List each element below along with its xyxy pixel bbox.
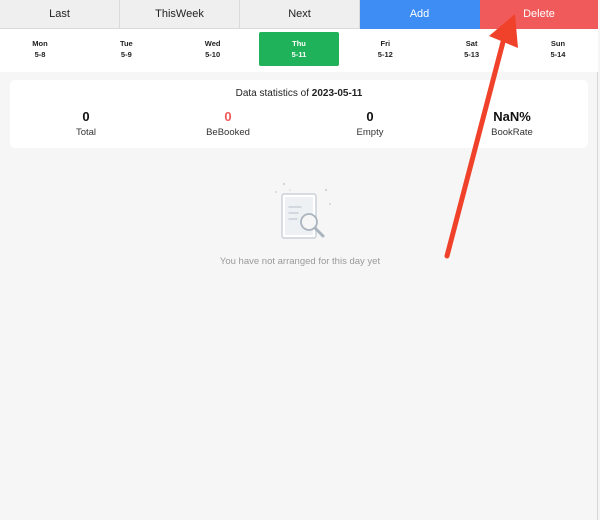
day-tab-mon[interactable]: Mon 5-8 [0,32,80,66]
add-button[interactable]: Add [360,0,480,29]
day-name: Sun [550,39,566,48]
stat-booked-label: BeBooked [206,127,250,138]
day-date: 5-8 [34,50,46,59]
stats-title: Data statistics of 2023-05-11 [10,88,588,99]
stat-booked-value: 0 [224,109,232,124]
toolbar: Last ThisWeek Next Add Delete [0,0,598,29]
last-week-button[interactable]: Last [0,0,120,29]
app-frame: Last ThisWeek Next Add Delete Mon 5-8 Tu… [0,0,598,520]
stat-bookrate-label: BookRate [491,127,533,138]
stat-bookrate: NaN% BookRate [442,109,582,138]
day-tab-thu[interactable]: Thu 5-11 [258,32,339,66]
day-name: Fri [380,39,391,48]
day-date: 5-11 [291,50,307,59]
delete-button[interactable]: Delete [480,0,598,29]
statistics-card: Data statistics of 2023-05-11 0 Total 0 … [10,80,588,148]
day-date: 5-9 [120,50,132,59]
day-tab-sun[interactable]: Sun 5-14 [518,32,598,66]
stat-empty-label: Empty [356,127,384,138]
day-tab-tue[interactable]: Tue 5-9 [86,32,166,66]
next-week-button[interactable]: Next [240,0,360,29]
day-date: 5-13 [464,50,480,59]
day-name: Sat [465,39,478,48]
day-name: Wed [204,39,221,48]
stats-title-prefix: Data statistics of [235,88,309,99]
document-search-icon [275,182,331,239]
stat-bookrate-value: NaN% [493,109,531,124]
stat-total-value: 0 [82,109,90,124]
this-week-button[interactable]: ThisWeek [120,0,240,29]
empty-state-message: You have not arranged for this day yet [219,256,381,267]
stat-empty-value: 0 [366,109,374,124]
day-selector: Mon 5-8 Tue 5-9 Wed 5-10 Thu 5-11 Fri 5-… [0,29,598,72]
day-name: Thu [292,39,306,48]
day-name: Tue [119,39,133,48]
day-tab-sat[interactable]: Sat 5-13 [432,32,512,66]
stats-date: 2023-05-11 [311,88,363,99]
day-tab-fri[interactable]: Fri 5-12 [345,32,425,66]
stat-empty: 0 Empty [300,109,440,138]
day-tab-wed[interactable]: Wed 5-10 [173,32,253,66]
stat-total: 0 Total [16,109,156,138]
day-date: 5-12 [377,50,393,59]
stat-total-label: Total [75,127,97,138]
day-date: 5-14 [550,50,566,59]
day-date: 5-10 [205,50,221,59]
day-name: Mon [32,39,48,48]
stat-booked: 0 BeBooked [158,109,298,138]
